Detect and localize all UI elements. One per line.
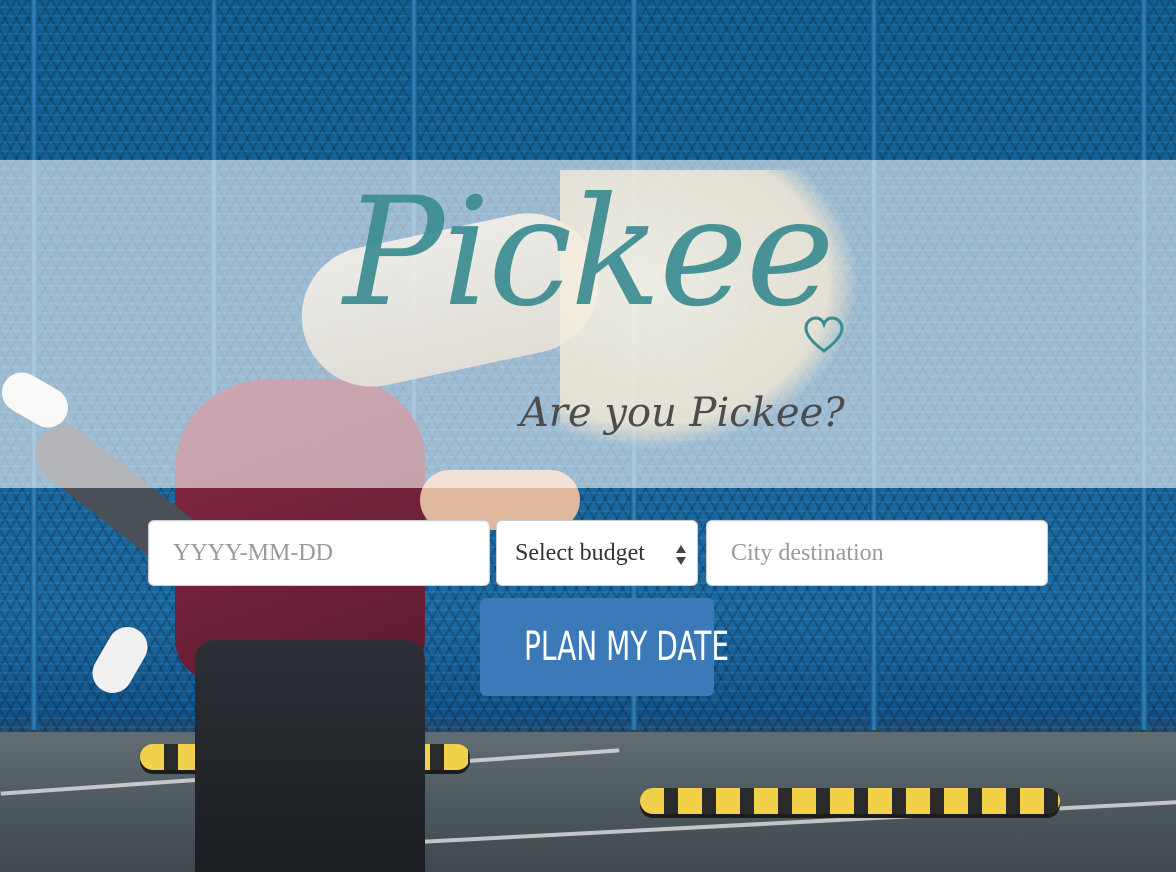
budget-select[interactable]: Select budget: [496, 520, 698, 586]
logo-container: Pickee: [0, 178, 1176, 328]
tagline: Are you Pickee?: [520, 390, 845, 436]
date-input[interactable]: [148, 520, 490, 586]
budget-select-value: Select budget: [515, 539, 645, 566]
plan-my-date-label: PLAN MY DATE: [523, 624, 730, 670]
up-down-arrows-icon: [676, 545, 686, 565]
heart-outline-icon: [804, 316, 844, 353]
man-legs: [195, 640, 425, 872]
parking-stopper: [640, 788, 1060, 814]
logo-text: Pickee: [343, 166, 834, 340]
plan-my-date-button[interactable]: PLAN MY DATE: [480, 598, 729, 696]
city-destination-input[interactable]: [706, 520, 1048, 586]
shoe: [85, 619, 155, 701]
